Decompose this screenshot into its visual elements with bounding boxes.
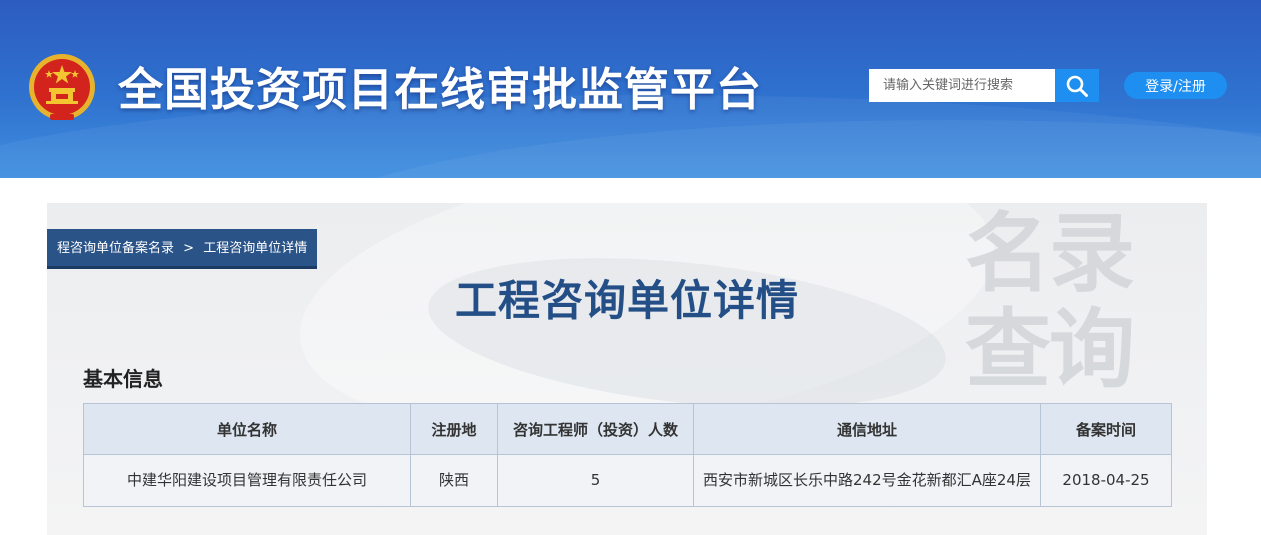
table-row: 中建华阳建设项目管理有限责任公司 陕西 5 西安市新城区长乐中路242号金花新都… [83, 454, 1172, 507]
main-content: 名录 查询 程咨询单位备案名录 > 工程咨询单位详情 工程咨询单位详情 基本信息… [47, 203, 1207, 535]
column-header-record-date: 备案时间 [1040, 403, 1172, 455]
column-header-unit-name: 单位名称 [83, 403, 411, 455]
breadcrumb-link-directory[interactable]: 程咨询单位备案名录 [57, 241, 174, 256]
site-header: 全国投资项目在线审批监管平台 登录/注册 [0, 0, 1261, 178]
national-emblem-icon [29, 54, 95, 120]
section-title-basic-info: 基本信息 [83, 367, 163, 391]
search-input[interactable] [869, 69, 1055, 102]
cell-record-date: 2018-04-25 [1040, 454, 1172, 507]
basic-info-table: 单位名称 注册地 咨询工程师（投资）人数 通信地址 备案时间 中建华阳建设项目管… [83, 403, 1172, 507]
cell-engineer-count: 5 [497, 454, 694, 507]
cell-unit-name: 中建华阳建设项目管理有限责任公司 [83, 454, 411, 507]
column-header-address: 通信地址 [693, 403, 1041, 455]
search-icon [1066, 75, 1088, 97]
breadcrumb: 程咨询单位备案名录 > 工程咨询单位详情 [47, 229, 318, 269]
table-header-row: 单位名称 注册地 咨询工程师（投资）人数 通信地址 备案时间 [83, 403, 1172, 455]
column-header-engineer-count: 咨询工程师（投资）人数 [497, 403, 694, 455]
page-title: 工程咨询单位详情 [454, 276, 799, 325]
column-header-region: 注册地 [410, 403, 498, 455]
breadcrumb-current: 工程咨询单位详情 [203, 241, 308, 256]
breadcrumb-separator: > [183, 241, 195, 256]
cell-address: 西安市新城区长乐中路242号金花新都汇A座24层 [693, 454, 1041, 507]
cell-region: 陕西 [410, 454, 498, 507]
login-register-button[interactable]: 登录/注册 [1124, 72, 1227, 99]
search-button[interactable] [1055, 69, 1099, 102]
site-title: 全国投资项目在线审批监管平台 [118, 63, 763, 116]
